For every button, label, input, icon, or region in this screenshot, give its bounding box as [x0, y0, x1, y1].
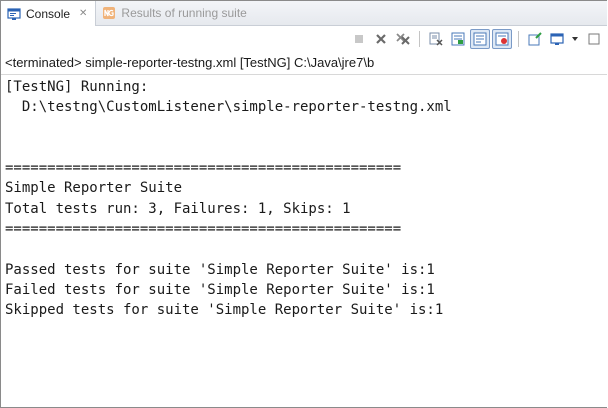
console-toolbar: [1, 26, 607, 52]
testng-icon: [102, 6, 116, 20]
console-line: Passed tests for suite 'Simple Reporter …: [5, 261, 435, 278]
show-on-output-icon[interactable]: [492, 29, 512, 49]
console-line: Total tests run: 3, Failures: 1, Skips: …: [5, 200, 351, 217]
remove-all-icon[interactable]: [393, 29, 413, 49]
console-line: Skipped tests for suite 'Simple Reporter…: [5, 302, 444, 319]
close-icon[interactable]: ✕: [79, 8, 87, 19]
pin-console-icon[interactable]: [525, 29, 545, 49]
remove-launch-icon[interactable]: [371, 29, 391, 49]
toolbar-separator: [518, 31, 519, 47]
console-view: Console ✕ Results of running suite <term…: [0, 0, 607, 408]
view-tab-bar: Console ✕ Results of running suite: [1, 1, 607, 26]
scroll-lock-icon[interactable]: [448, 29, 468, 49]
open-console-icon[interactable]: [583, 29, 603, 49]
console-line: ========================================…: [5, 221, 402, 238]
console-line: D:\testng\CustomListener\simple-reporter…: [5, 99, 452, 116]
tab-results-label: Results of running suite: [121, 6, 247, 20]
console-line: [TestNG] Running:: [5, 79, 149, 95]
tab-console[interactable]: Console ✕: [1, 1, 97, 26]
tab-results-of-running-suite[interactable]: Results of running suite: [96, 1, 254, 25]
console-line: Simple Reporter Suite: [5, 180, 183, 197]
console-output[interactable]: [TestNG] Running: D:\testng\CustomListen…: [1, 75, 607, 321]
console-icon: [7, 7, 21, 21]
tab-console-label: Console: [26, 6, 71, 21]
console-line: Failed tests for suite 'Simple Reporter …: [5, 281, 435, 298]
clear-console-icon[interactable]: [426, 29, 446, 49]
stop-icon[interactable]: [349, 29, 369, 49]
word-wrap-icon[interactable]: [470, 29, 490, 49]
toolbar-separator: [419, 31, 420, 47]
launch-status-line: <terminated> simple-reporter-testng.xml …: [1, 52, 607, 75]
dropdown-arrow-icon[interactable]: [569, 29, 581, 49]
console-line: ========================================…: [5, 160, 402, 177]
display-selected-console-icon[interactable]: [547, 29, 567, 49]
